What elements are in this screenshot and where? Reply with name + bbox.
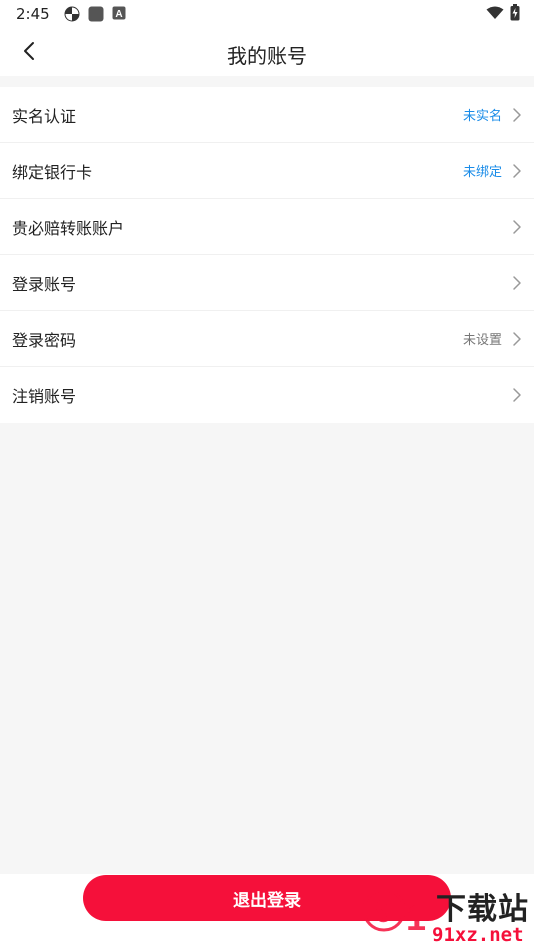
- svg-text:9: 9: [375, 893, 393, 929]
- row-label: 绑定银行卡: [12, 162, 93, 182]
- row-delete-account[interactable]: 注销账号: [0, 367, 534, 423]
- row-status: 未实名: [462, 109, 502, 124]
- row-bind-bank-card[interactable]: 绑定银行卡 未绑定: [0, 143, 534, 199]
- row-label: 登录密码: [12, 330, 77, 350]
- status-bar: 2:45 A: [0, 0, 534, 28]
- row-status: 未设置: [462, 333, 502, 348]
- row-label: 注销账号: [12, 387, 77, 406]
- chevron-right-icon: [512, 219, 522, 235]
- watermark-text-top: 下载站: [436, 892, 529, 927]
- row-label: 登录账号: [12, 274, 77, 294]
- wifi-icon: [486, 5, 504, 24]
- row-transfer-account[interactable]: 贵必赔转账账户: [0, 199, 534, 255]
- chevron-right-icon: [512, 275, 522, 291]
- row-label: 贵必赔转账账户: [12, 218, 125, 238]
- settings-list: 实名认证 未实名 绑定银行卡 未绑定 贵必赔转账账户 登录账号 登录密码 未设置…: [0, 87, 534, 423]
- battery-icon: [510, 3, 520, 25]
- status-time: 2:45: [16, 5, 50, 23]
- row-login-account[interactable]: 登录账号: [0, 255, 534, 311]
- top-bar: 我的账号: [0, 28, 534, 76]
- square-app-icon: [88, 6, 104, 22]
- row-real-name-verification[interactable]: 实名认证 未实名: [0, 87, 534, 143]
- row-login-password[interactable]: 登录密码 未设置: [0, 311, 534, 367]
- chevron-right-icon: [512, 331, 522, 347]
- page-title: 我的账号: [227, 44, 307, 68]
- chevron-right-icon: [512, 387, 522, 403]
- a-badge-icon: A: [112, 6, 128, 22]
- chevron-right-icon: [512, 163, 522, 179]
- svg-text:A: A: [115, 9, 122, 20]
- pinwheel-icon: [64, 6, 80, 22]
- watermark-logo: 9 1 下载站 91xz.net: [362, 884, 534, 950]
- svg-text:1: 1: [406, 897, 426, 938]
- status-right: [486, 3, 520, 25]
- watermark-text-bottom: 91xz.net: [432, 924, 524, 946]
- chevron-right-icon: [512, 107, 522, 123]
- row-label: 实名认证: [12, 106, 77, 126]
- row-status: 未绑定: [462, 165, 502, 180]
